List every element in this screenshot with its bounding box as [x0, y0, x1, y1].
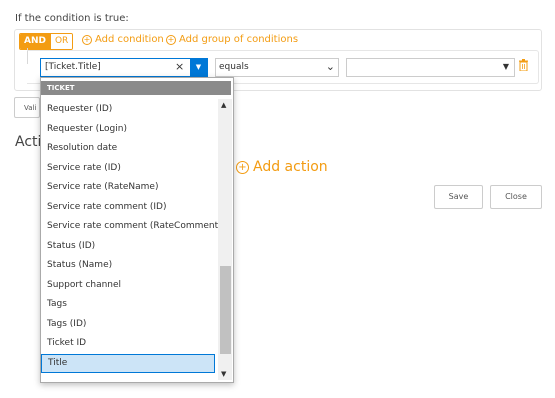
add-action-label: Add action [253, 159, 328, 175]
add-group-label: Add group of conditions [179, 34, 299, 45]
field-select[interactable]: [Ticket.Title] × ▼ [40, 58, 208, 77]
scroll-up-icon[interactable]: ▲ [221, 101, 226, 109]
add-condition-label: Add condition [95, 34, 164, 45]
chevron-down-icon: ⌄ [325, 60, 335, 73]
operator-select[interactable]: equals ⌄ [215, 58, 339, 77]
close-button[interactable]: Close [490, 185, 542, 209]
dropdown-option[interactable]: Service rate (ID) [41, 159, 215, 179]
field-dropdown-list: TICKET Requester (ID) Requester (Login) Re… [40, 77, 234, 383]
dropdown-option[interactable]: Requester (Login) [41, 120, 215, 140]
dropdown-option[interactable]: Support channel [41, 276, 215, 296]
dropdown-options: Requester (ID) Requester (Login) Resolutio… [41, 100, 222, 373]
condition-label: If the condition is true: [15, 13, 129, 24]
save-button[interactable]: Save [434, 185, 483, 209]
plus-circle-icon: + [236, 160, 249, 174]
dropdown-option[interactable]: Requester (ID) [41, 100, 215, 120]
dropdown-arrow-icon[interactable]: ▼ [190, 59, 207, 76]
dropdown-arrow-icon: ▼ [502, 62, 509, 71]
dropdown-option[interactable]: Title [41, 353, 215, 373]
plus-circle-icon: + [82, 34, 92, 45]
add-action-link[interactable]: + Add action [236, 159, 328, 175]
dropdown-option[interactable]: Status (ID) [41, 237, 215, 257]
dropdown-option[interactable]: Tags [41, 295, 215, 315]
dropdown-option[interactable]: Service rate comment (RateComment) [41, 217, 222, 237]
scrollbar-thumb[interactable] [220, 266, 231, 354]
trash-icon[interactable] [519, 59, 528, 71]
value-select[interactable]: ▼ [346, 58, 515, 77]
or-button[interactable]: OR [49, 34, 73, 49]
plus-circle-icon: + [166, 34, 176, 45]
add-condition-link[interactable]: + Add condition [82, 34, 164, 45]
clear-icon[interactable]: × [175, 60, 184, 73]
validate-button[interactable]: Vali [14, 97, 40, 118]
scrollbar[interactable]: ▲ ▼ [218, 99, 232, 380]
operator-value: equals [219, 62, 249, 72]
dropdown-option[interactable]: Service rate comment (ID) [41, 198, 215, 218]
dropdown-option[interactable]: Resolution date [41, 139, 215, 159]
field-select-value: [Ticket.Title] [45, 62, 101, 72]
dropdown-option[interactable]: Ticket ID [41, 334, 215, 354]
add-group-link[interactable]: + Add group of conditions [166, 34, 298, 45]
dropdown-option[interactable]: Status (Name) [41, 256, 215, 276]
dropdown-option[interactable]: Tags (ID) [41, 315, 215, 335]
dropdown-option[interactable]: Service rate (RateName) [41, 178, 215, 198]
and-button[interactable]: AND [20, 34, 50, 49]
dropdown-group-header: TICKET [41, 81, 231, 95]
scroll-down-icon[interactable]: ▼ [221, 370, 226, 378]
